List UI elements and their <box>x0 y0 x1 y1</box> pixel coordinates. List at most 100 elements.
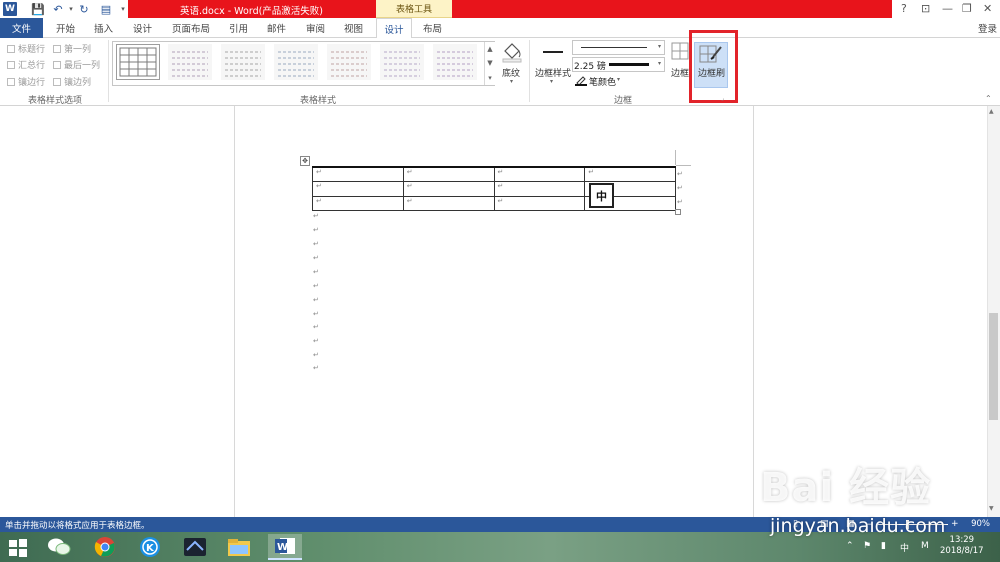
table-style-thumb[interactable] <box>274 44 318 80</box>
last-column-checkbox[interactable]: 最后一列 <box>53 58 100 71</box>
word-taskbar-icon[interactable]: W <box>268 534 302 560</box>
tab-home[interactable]: 开始 <box>56 21 75 35</box>
vertical-scrollbar[interactable] <box>987 106 1000 517</box>
kugou-icon[interactable]: K <box>133 534 167 560</box>
table-row: ↵ ↵ ↵ <box>312 195 676 211</box>
save-icon[interactable]: 💾 <box>30 1 46 17</box>
table-move-handle-icon[interactable]: ✥ <box>300 156 310 166</box>
banded-columns-checkbox[interactable]: 镶边列 <box>53 75 91 88</box>
wechat-icon[interactable] <box>42 534 76 560</box>
table-cell[interactable]: ↵ <box>584 166 676 182</box>
table-style-thumb[interactable] <box>433 44 477 80</box>
total-row-checkbox[interactable]: 汇总行 <box>7 58 45 71</box>
minimize-button[interactable]: — <box>942 2 953 15</box>
borders-dialog-launcher-icon[interactable]: ⌟ <box>721 95 724 102</box>
sign-in-link[interactable]: 登录 <box>978 21 997 35</box>
table-cell[interactable]: ↵ <box>312 181 404 197</box>
help-button[interactable]: ? <box>901 2 907 15</box>
table-cell[interactable]: ↵ <box>493 166 586 182</box>
zoom-level[interactable]: 90% <box>971 519 990 529</box>
group-separator <box>108 40 109 102</box>
pen-color-button[interactable]: 笔颜色 <box>589 75 616 88</box>
game-app-icon[interactable] <box>178 534 212 560</box>
taskbar-clock[interactable]: 13:29 2018/8/17 <box>940 535 984 557</box>
table-cell[interactable]: ↵ <box>493 181 586 197</box>
scroll-down-icon[interactable]: ▼ <box>989 505 994 512</box>
borders-group-label: 边框 <box>614 96 633 106</box>
tab-insert[interactable]: 插入 <box>94 21 113 35</box>
baidu-watermark-url: jingyan.baidu.com <box>770 515 946 537</box>
shading-dropdown-icon[interactable]: ▾ <box>510 78 513 85</box>
tab-references[interactable]: 引用 <box>229 21 248 35</box>
first-column-checkbox[interactable]: 第一列 <box>53 42 91 55</box>
table-cell[interactable]: ↵ <box>312 166 404 182</box>
svg-text:W: W <box>277 542 288 553</box>
ime-indicator[interactable]: 中 <box>900 541 909 554</box>
table-cell[interactable]: ↵ <box>402 195 495 211</box>
zoom-in-icon[interactable]: + <box>951 519 959 529</box>
file-explorer-icon[interactable] <box>222 534 256 560</box>
scrollbar-thumb[interactable] <box>989 313 998 420</box>
table-cell[interactable]: ↵ <box>402 181 495 197</box>
gallery-more-icon[interactable]: ▾ <box>484 70 495 85</box>
row-end-mark: ↵ <box>677 170 683 178</box>
header-row-checkbox[interactable]: 标题行 <box>7 42 45 55</box>
paragraph-mark: ↵ <box>313 240 319 248</box>
gallery-scroll-down-icon[interactable]: ▼ <box>484 56 495 70</box>
paragraph-mark: ↵ <box>313 268 319 276</box>
line-weight-select[interactable]: 2.25 磅 ▾ <box>572 57 665 72</box>
first-column-label: 第一列 <box>64 45 92 55</box>
status-message: 单击并拖动以将格式应用于表格边框。 <box>5 521 150 531</box>
chrome-icon[interactable] <box>88 534 122 560</box>
print-preview-icon[interactable]: ▤ <box>98 1 114 17</box>
baidu-watermark: Bai 经验 <box>760 465 932 511</box>
scroll-up-icon[interactable]: ▲ <box>989 108 994 115</box>
tray-battery-icon[interactable]: ▮ <box>881 541 886 551</box>
table-style-thumb[interactable] <box>380 44 424 80</box>
ribbon-display-options-button[interactable]: ⊡ <box>921 2 930 15</box>
ime-mode-indicator[interactable]: M <box>921 541 929 551</box>
page-corner-mark <box>676 165 691 166</box>
tab-design[interactable]: 设计 <box>133 21 152 35</box>
tab-table-design[interactable]: 设计 <box>376 18 412 39</box>
tab-table-layout[interactable]: 布局 <box>423 21 442 35</box>
tab-mailings[interactable]: 邮件 <box>267 21 286 35</box>
borders-icon[interactable] <box>671 42 689 60</box>
close-button[interactable]: ✕ <box>983 2 992 15</box>
table-cell[interactable]: ↵ <box>312 195 404 211</box>
table-style-thumb[interactable] <box>168 44 212 80</box>
tray-flag-icon[interactable]: ⚑ <box>863 541 871 551</box>
tab-page-layout[interactable]: 页面布局 <box>172 21 210 35</box>
line-style-select[interactable]: ▾ <box>572 40 665 55</box>
table-cell[interactable]: ↵ <box>493 195 586 211</box>
restore-button[interactable]: ❐ <box>962 2 972 15</box>
windows-start-icon[interactable] <box>8 538 28 558</box>
pen-color-dropdown-icon[interactable]: ▾ <box>617 76 620 83</box>
customize-qat-icon[interactable]: ▾ <box>115 1 131 17</box>
table-resize-handle-icon[interactable] <box>675 209 681 215</box>
table-style-thumb[interactable] <box>221 44 265 80</box>
gallery-scroll-up-icon[interactable]: ▲ <box>484 42 495 56</box>
tab-view[interactable]: 视图 <box>344 21 363 35</box>
page-edge <box>753 106 754 517</box>
document-table[interactable]: ↵ ↵ ↵ ↵ ↵ ↵ ↵ ↵ ↵ ↵ <box>312 166 676 211</box>
table-style-thumb[interactable] <box>116 44 160 80</box>
redo-icon[interactable]: ↻ <box>76 1 92 17</box>
banded-rows-checkbox[interactable]: 镶边行 <box>7 75 45 88</box>
border-style-icon[interactable] <box>543 51 563 53</box>
borders-button[interactable]: 边框 <box>671 66 689 79</box>
tray-expand-icon[interactable]: ⌃ <box>846 541 854 551</box>
collapse-ribbon-icon[interactable]: ⌃ <box>985 94 992 103</box>
tab-file[interactable]: 文件 <box>0 18 43 38</box>
border-styles-dropdown-icon[interactable]: ▾ <box>550 78 553 85</box>
table-row: ↵ ↵ ↵ <box>312 181 676 197</box>
pen-color-icon[interactable] <box>575 75 587 86</box>
table-style-thumb[interactable] <box>327 44 371 80</box>
tab-review[interactable]: 审阅 <box>306 21 325 35</box>
total-row-label: 汇总行 <box>18 61 46 71</box>
paragraph-mark: ↵ <box>313 212 319 220</box>
table-cell[interactable]: ↵ <box>402 166 495 182</box>
last-column-label: 最后一列 <box>64 61 101 71</box>
word-logo-icon[interactable]: W <box>3 2 17 16</box>
shading-icon[interactable] <box>500 41 524 63</box>
